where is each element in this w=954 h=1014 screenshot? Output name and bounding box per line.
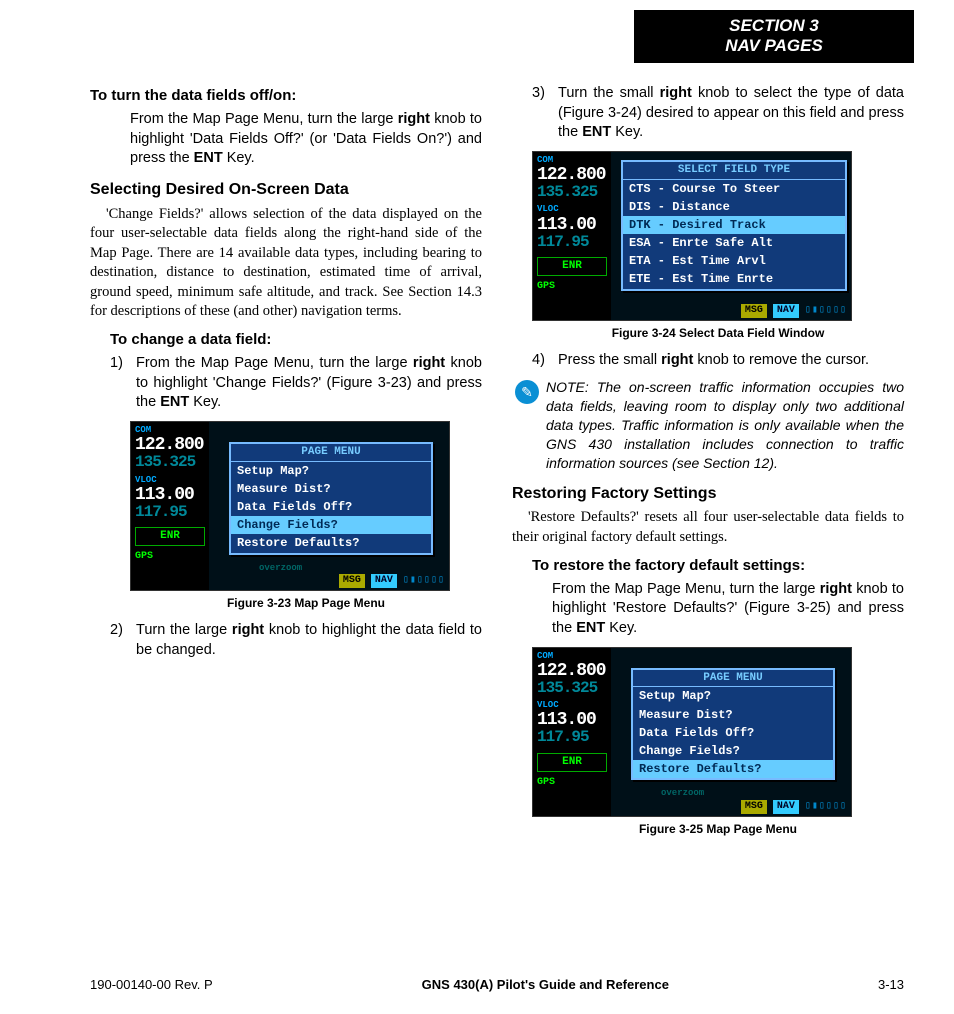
step-1-body: From the Map Page Menu, turn the large r… [136,354,482,413]
footer-center: GNS 430(A) Pilot's Guide and Reference [422,977,669,992]
gns-main-3: PAGE MENU Setup Map? Measure Dist? Data … [611,648,851,816]
gns-main-2: SELECT FIELD TYPE CTS - Course To Steer … [611,152,851,320]
gns-left-panel: COM 122.800 135.325 VLOC 113.00 117.95 E… [131,422,210,590]
step-4-body: Press the small right knob to remove the… [558,351,904,371]
para-restore-step: From the Map Page Menu, turn the large r… [552,580,904,639]
footer-left: 190-00140-00 Rev. P [90,977,213,992]
heading-change-field: To change a data field: [110,330,482,350]
step-3-num: 3) [532,84,558,143]
page-menu-3: PAGE MENU Setup Map? Measure Dist? Data … [631,668,835,781]
page: SECTION 3 NAV PAGES To turn the data fie… [0,0,954,1014]
gns-left-panel-2: COM 122.800 135.325 VLOC 113.00 117.95 E… [533,152,612,320]
section-header-line2: NAV PAGES [634,36,914,56]
gns-screenshot-3: COM 122.800 135.325 VLOC 113.00 117.95 E… [532,647,852,817]
figure-3-23-caption: Figure 3-23 Map Page Menu [130,595,482,611]
step-2: 2) Turn the large right knob to highligh… [110,621,482,660]
heading-datafields-toggle: To turn the data fields off/on: [90,86,482,106]
section-header-line1: SECTION 3 [634,16,914,36]
gns-bottom-1: MSG NAV ▯▮▯▯▯▯ [213,574,445,588]
heading-selecting-data: Selecting Desired On-Screen Data [90,179,482,201]
gns-screenshot-1: COM 122.800 135.325 VLOC 113.00 117.95 E… [130,421,450,591]
gns-screenshot-2: COM 122.800 135.325 VLOC 113.00 117.95 E… [532,151,852,321]
content-columns: To turn the data fields off/on: From the… [90,80,904,954]
heading-restore-steps: To restore the factory default settings: [532,556,904,576]
step-4-num: 4) [532,351,558,371]
step-3-body: Turn the small right knob to select the … [558,84,904,143]
step-3: 3) Turn the small right knob to select t… [532,84,904,143]
figure-3-24: COM 122.800 135.325 VLOC 113.00 117.95 E… [532,151,904,341]
para-datafields-toggle: From the Map Page Menu, turn the large r… [130,110,482,169]
step-1: 1) From the Map Page Menu, turn the larg… [110,354,482,413]
figure-3-25: COM 122.800 135.325 VLOC 113.00 117.95 E… [532,647,904,837]
figure-3-25-caption: Figure 3-25 Map Page Menu [532,821,904,837]
gns-left-panel-3: COM 122.800 135.325 VLOC 113.00 117.95 E… [533,648,612,816]
page-menu-1: PAGE MENU Setup Map? Measure Dist? Data … [229,442,433,555]
note-icon: ✎ [512,378,542,472]
heading-restore: Restoring Factory Settings [512,483,904,505]
figure-3-24-caption: Figure 3-24 Select Data Field Window [532,325,904,341]
para-selecting-data: 'Change Fields?' allows selection of the… [90,205,482,322]
gns-bottom-2: MSG NAV ▯▮▯▯▯▯ [615,304,847,318]
section-header: SECTION 3 NAV PAGES [634,10,914,63]
pencil-icon: ✎ [515,380,539,404]
step-2-body: Turn the large right knob to highlight t… [136,621,482,660]
select-field-menu: SELECT FIELD TYPE CTS - Course To Steer … [621,160,847,291]
step-4: 4) Press the small right knob to remove … [532,351,904,371]
note-text: NOTE: The on-screen traffic information … [546,378,904,472]
step-1-num: 1) [110,354,136,413]
gns-main-1: PAGE MENU Setup Map? Measure Dist? Data … [209,422,449,590]
step-2-num: 2) [110,621,136,660]
figure-3-23: COM 122.800 135.325 VLOC 113.00 117.95 E… [130,421,482,611]
footer-right: 3-13 [878,977,904,992]
para-restore: 'Restore Defaults?' resets all four user… [512,508,904,547]
page-footer: 190-00140-00 Rev. P GNS 430(A) Pilot's G… [90,977,904,992]
gns-bottom-3: MSG NAV ▯▮▯▯▯▯ [615,800,847,814]
note-block: ✎ NOTE: The on-screen traffic informatio… [512,378,904,472]
